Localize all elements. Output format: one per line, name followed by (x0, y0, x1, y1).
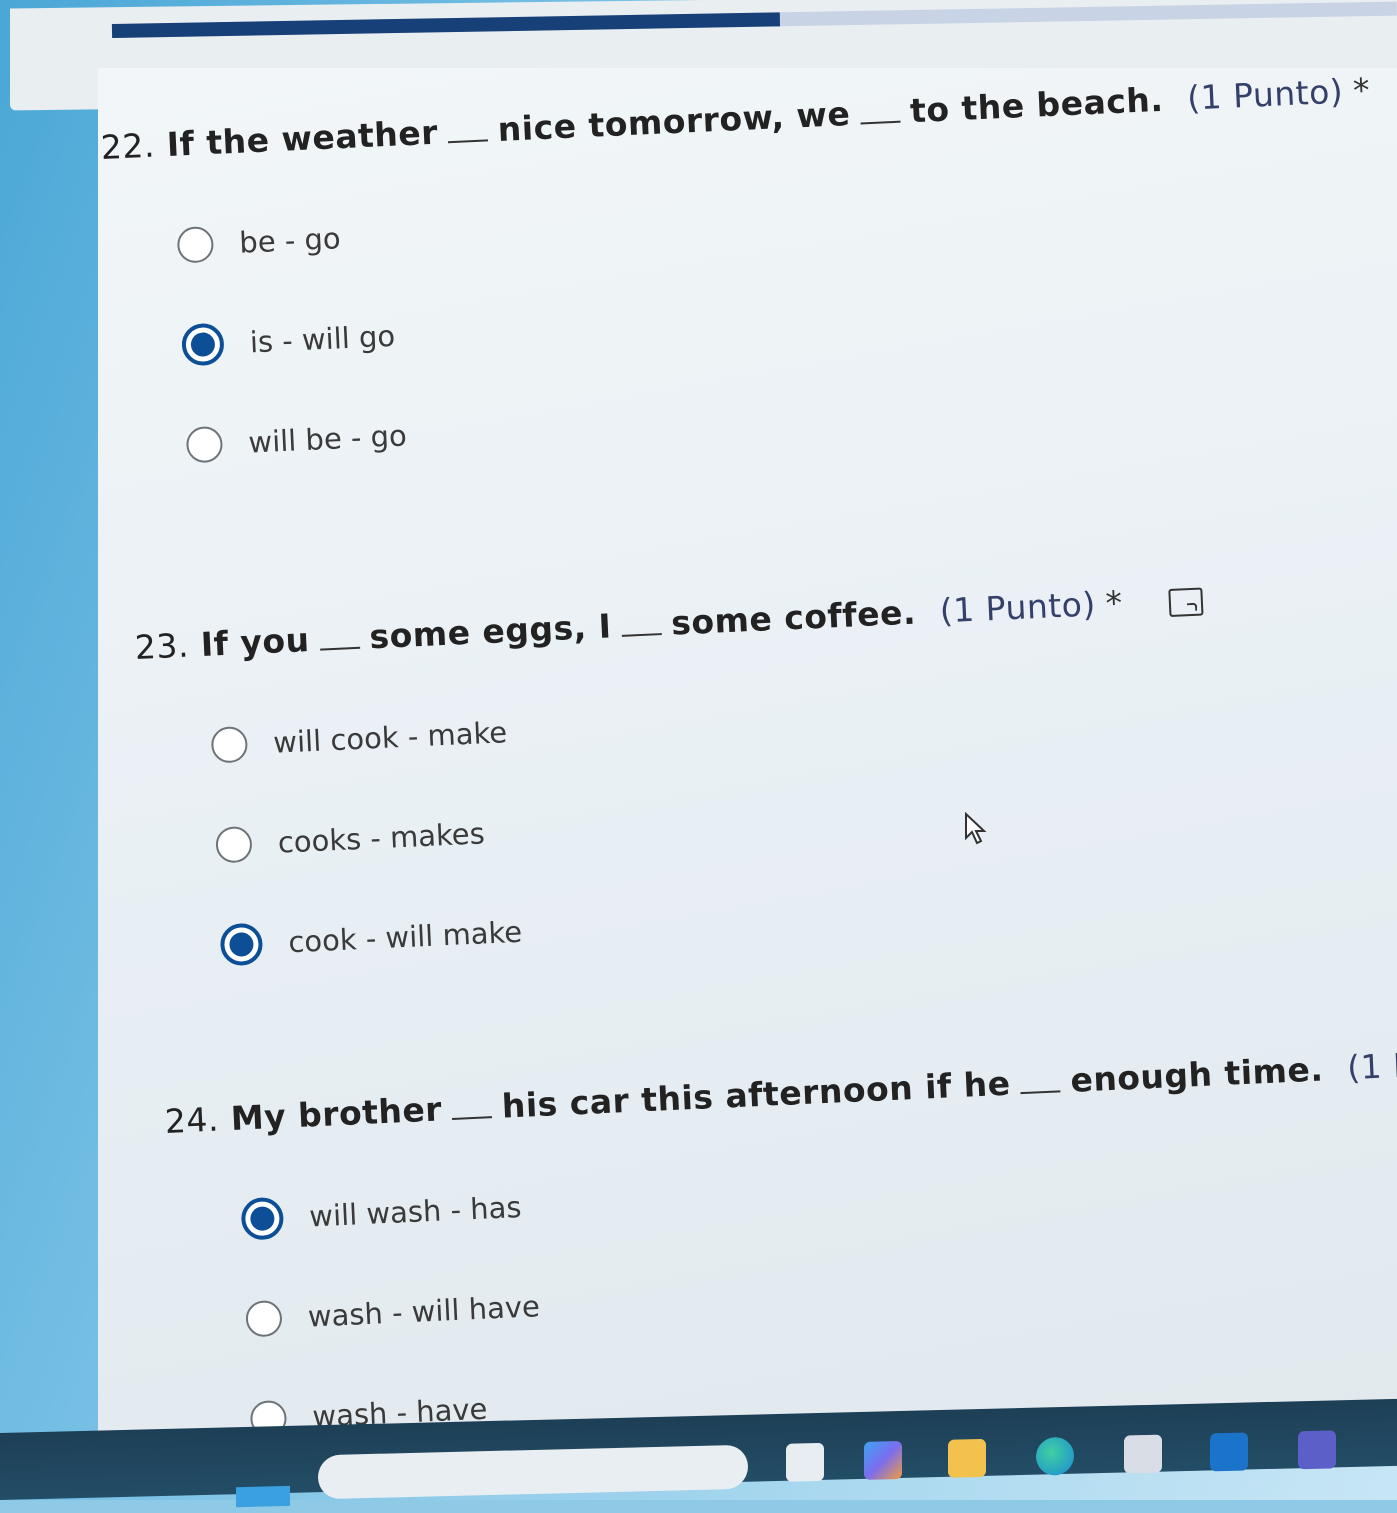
question-text-part1: My brother (229, 1089, 443, 1138)
answer-blank (318, 624, 360, 651)
radio-button[interactable] (210, 725, 249, 764)
radio-button[interactable] (185, 425, 224, 464)
question-24: 24. My brother his car this afternoon if … (164, 1036, 1397, 1444)
answer-blank (1019, 1068, 1061, 1095)
immersive-reader-icon[interactable] (1168, 587, 1204, 617)
option-label: will wash - has (308, 1189, 523, 1234)
folder-icon[interactable] (948, 1438, 986, 1478)
question-number: 24. (164, 1099, 220, 1141)
question-points: (1 Punto) (1186, 71, 1344, 118)
option-radio-row[interactable]: is - will go (180, 266, 1397, 368)
option-label: will be - go (247, 418, 408, 460)
option-label: will cook - make (272, 715, 508, 760)
radio-button[interactable] (176, 225, 215, 264)
mouse-cursor-icon (965, 812, 987, 845)
option-radio-row[interactable]: wash - will have (245, 1235, 1397, 1341)
radio-button[interactable] (245, 1299, 283, 1338)
question-text-part1: If you (199, 620, 311, 664)
teams-icon[interactable] (1298, 1430, 1336, 1470)
required-mark: * (1352, 70, 1371, 111)
store-icon[interactable] (1124, 1434, 1162, 1474)
outlook-icon[interactable] (1210, 1432, 1248, 1472)
option-radio-row[interactable]: will cook - make (210, 678, 1208, 767)
copilot-icon[interactable] (864, 1440, 902, 1480)
option-radio-row[interactable]: cooks - makes (215, 778, 1213, 867)
option-label: cook - will make (287, 914, 523, 960)
option-radio-row[interactable]: will wash - has (240, 1135, 1397, 1241)
file-explorer-icon[interactable] (786, 1442, 824, 1482)
option-label: cooks - makes (277, 816, 486, 860)
question-number: 23. (134, 625, 190, 667)
radio-button-selected[interactable] (219, 922, 264, 967)
option-radio-row[interactable]: be - go (176, 166, 1397, 268)
required-mark: * (1104, 583, 1124, 623)
question-23: 23. If you some eggs, Isome coffee. (1 Pu… (134, 580, 1217, 971)
radio-button-selected[interactable] (180, 322, 225, 367)
answer-blank (451, 1094, 493, 1120)
option-label: be - go (238, 221, 342, 260)
question-points: (1 Punto) (938, 584, 1097, 631)
radio-button-selected[interactable] (240, 1196, 285, 1241)
option-label: wash - will have (307, 1289, 541, 1334)
start-icon[interactable] (236, 1485, 290, 1508)
answer-blank (859, 98, 901, 125)
option-label: is - will go (249, 318, 396, 360)
radio-button[interactable] (215, 825, 253, 864)
question-22: 22. If the weather nice tomorrow, we to th… (100, 67, 1397, 471)
question-number: 22. (100, 125, 156, 167)
answer-blank (447, 117, 489, 144)
answer-blank (620, 611, 662, 637)
edge-icon[interactable] (1036, 1436, 1074, 1476)
question-points: (1 Punto) (1346, 1041, 1397, 1088)
